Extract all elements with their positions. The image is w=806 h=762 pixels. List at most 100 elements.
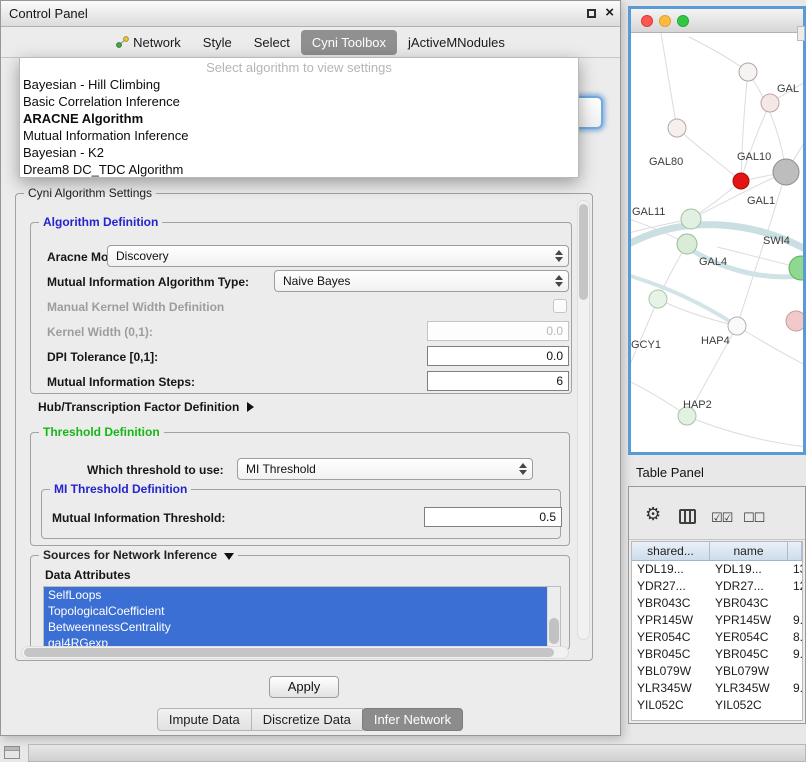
minimized-panel-icon-bar	[5, 747, 19, 751]
network-node[interactable]	[733, 173, 749, 189]
algorithm-option[interactable]: Mutual Information Inference	[20, 127, 578, 144]
table-row[interactable]: YBR043CYBR043C	[632, 595, 802, 612]
network-node[interactable]	[681, 209, 701, 229]
settings-vscrollbar-thumb[interactable]	[579, 204, 588, 300]
network-node[interactable]	[773, 159, 799, 185]
tab-network[interactable]: Network	[105, 30, 192, 55]
data-attribute-item[interactable]: SelfLoops	[44, 587, 547, 603]
tab-cyni-toolbox[interactable]: Cyni Toolbox	[301, 30, 397, 55]
window-title: Control Panel	[9, 6, 88, 21]
manual-kernel-width-checkbox[interactable]	[553, 299, 567, 313]
threshold-definition-title: Threshold Definition	[39, 425, 164, 439]
deselect-all-checkboxes-icon[interactable]: ☐☐	[743, 510, 764, 526]
mi-algorithm-type-label: Mutual Information Algorithm Type:	[47, 275, 249, 289]
table-row[interactable]: YER054CYER054C8.	[632, 629, 802, 646]
table-row[interactable]: YDL19...YDL19...13	[632, 561, 802, 578]
table-cell: YER054C	[710, 629, 788, 646]
table-body: YDL19...YDL19...13YDR27...YDR27...12YBR0…	[632, 561, 802, 714]
data-attribute-item[interactable]: BetweennessCentrality	[44, 619, 547, 635]
window-restore-button[interactable]	[587, 9, 596, 18]
bottom-tab-bar: Impute DataDiscretize DataInfer Network	[1, 708, 620, 731]
column-header[interactable]: name	[710, 542, 788, 560]
network-node[interactable]	[739, 63, 757, 81]
which-threshold-select[interactable]: MI Threshold	[237, 458, 533, 480]
mi-threshold-field[interactable]: 0.5	[424, 507, 562, 527]
table-cell: 13	[788, 561, 802, 578]
table-row[interactable]: YLR345WYLR345W9.	[632, 680, 802, 697]
bottom-tab-discretize-data[interactable]: Discretize Data	[251, 708, 363, 731]
bottom-tab-impute-data[interactable]: Impute Data	[157, 708, 252, 731]
algorithm-option[interactable]: Bayesian - Hill Climbing	[20, 76, 578, 93]
node-label: GCY1	[631, 339, 661, 351]
apply-button[interactable]: Apply	[269, 676, 339, 698]
column-header[interactable]: shared...	[632, 542, 710, 560]
network-edge	[741, 103, 770, 181]
table-cell: YDR27...	[710, 578, 788, 595]
algorithm-option[interactable]: Basic Correlation Inference	[20, 93, 578, 110]
mi-threshold-label: Mutual Information Threshold:	[52, 511, 225, 525]
gear-icon[interactable]: ⚙	[645, 505, 661, 523]
settings-vertical-scrollbar[interactable]	[577, 200, 590, 640]
tab-label: Cyni Toolbox	[312, 35, 386, 50]
columns-icon[interactable]	[679, 509, 696, 524]
network-node[interactable]	[786, 311, 803, 331]
dpi-tolerance-field[interactable]: 0.0	[427, 346, 569, 366]
table-row[interactable]: YDR27...YDR27...12	[632, 578, 802, 595]
select-all-checkboxes-icon[interactable]: ☑☑	[711, 510, 732, 526]
network-icon	[116, 36, 129, 48]
bottom-tab-infer-network[interactable]: Infer Network	[362, 708, 463, 731]
network-scrollbar-stub[interactable]	[797, 26, 805, 41]
network-node[interactable]	[649, 290, 667, 308]
attributes-scrollbar-thumb[interactable]	[549, 618, 559, 644]
minimize-traffic-light[interactable]	[659, 15, 671, 27]
settings-horizontal-scrollbar[interactable]	[21, 646, 569, 659]
tab-style[interactable]: Style	[192, 30, 243, 55]
node-label: GAL10	[737, 151, 771, 163]
settings-hscrollbar-thumb[interactable]	[24, 648, 554, 657]
kernel-width-field[interactable]: 0.0	[427, 321, 569, 341]
table-row[interactable]: YBL079WYBL079W	[632, 663, 802, 680]
sources-group-title[interactable]: Sources for Network Inference	[39, 548, 238, 562]
hub-definition-disclosure[interactable]: Hub/Transcription Factor Definition	[38, 400, 254, 414]
table-row[interactable]: YBR045CYBR045C9.	[632, 646, 802, 663]
node-label: GAL	[777, 83, 799, 95]
algorithm-option[interactable]: Dream8 DC_TDC Algorithm	[20, 161, 578, 178]
tab-select[interactable]: Select	[243, 30, 301, 55]
attributes-list-scrollbar[interactable]	[547, 587, 560, 646]
network-node[interactable]	[728, 317, 746, 335]
mi-steps-field[interactable]: 6	[427, 371, 569, 391]
data-attributes-list: SelfLoopsTopologicalCoefficientBetweenne…	[43, 586, 561, 647]
chevron-right-icon	[247, 402, 254, 412]
tab-jactivemnodules[interactable]: jActiveMNodules	[397, 30, 516, 55]
mi-threshold-group: MI Threshold Definition Mutual Informati…	[41, 489, 561, 539]
algorithm-option[interactable]: Bayesian - K2	[20, 144, 578, 161]
algorithm-definition-group: Algorithm Definition Aracne Mode: Discov…	[30, 222, 572, 394]
algorithm-definition-title: Algorithm Definition	[39, 215, 162, 229]
manual-kernel-width-label: Manual Kernel Width Definition	[47, 300, 224, 314]
minimized-panel-icon[interactable]	[4, 746, 20, 759]
network-node[interactable]	[668, 119, 686, 137]
table-cell: 9.	[788, 680, 802, 697]
algorithm-option-list: Bayesian - Hill ClimbingBasic Correlatio…	[20, 76, 578, 178]
table-cell: 12	[788, 578, 802, 595]
table-cell	[788, 663, 802, 680]
mi-algorithm-type-select[interactable]: Naive Bayes	[274, 270, 569, 292]
column-header[interactable]	[788, 542, 802, 560]
table-row[interactable]: YPR145WYPR145W9.	[632, 612, 802, 629]
algorithm-option[interactable]: ARACNE Algorithm	[20, 110, 578, 127]
table-cell: YIL052C	[632, 697, 710, 714]
table-cell: 9.	[788, 646, 802, 663]
bottom-dock-bar	[28, 744, 806, 762]
zoom-traffic-light[interactable]	[677, 15, 689, 27]
aracne-mode-select[interactable]: Discovery	[107, 245, 569, 267]
mi-algorithm-type-value: Naive Bayes	[283, 274, 350, 288]
algorithm-dropdown-prompt: Select algorithm to view settings	[20, 59, 578, 76]
window-close-button[interactable]: ×	[605, 5, 614, 21]
table-row[interactable]: YIL052CYIL052C	[632, 697, 802, 714]
desktop: Control Panel × NetworkStyleSelect Cyni T…	[0, 0, 806, 762]
close-traffic-light[interactable]	[641, 15, 653, 27]
network-node[interactable]	[761, 94, 779, 112]
data-attribute-item[interactable]: TopologicalCoefficient	[44, 603, 547, 619]
hub-definition-label: Hub/Transcription Factor Definition	[38, 400, 239, 414]
network-node[interactable]	[677, 234, 697, 254]
